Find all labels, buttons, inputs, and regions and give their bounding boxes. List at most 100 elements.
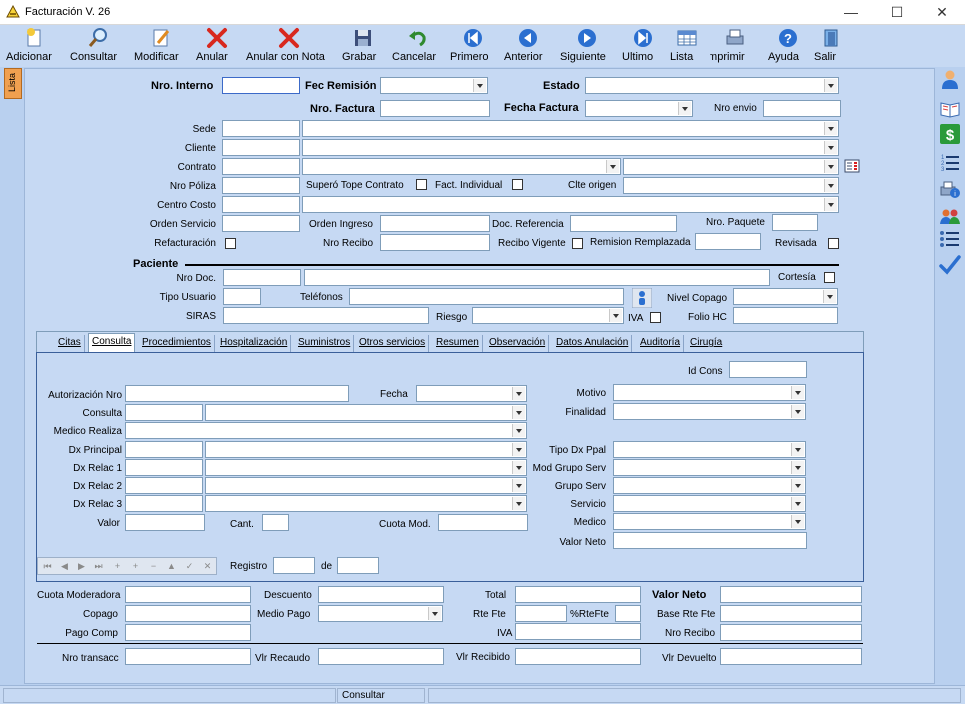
chevron-down-icon[interactable] xyxy=(473,79,486,92)
tab-suministros[interactable]: Suministros xyxy=(295,335,355,352)
total-input[interactable] xyxy=(515,586,641,603)
primero-button[interactable]: Primero xyxy=(450,26,496,66)
servicio-combo[interactable] xyxy=(613,495,806,512)
chevron-down-icon[interactable] xyxy=(512,387,525,400)
chevron-down-icon[interactable] xyxy=(512,497,525,510)
ultimo-button[interactable]: Ultimo xyxy=(622,26,664,66)
valor-input[interactable] xyxy=(125,514,205,531)
vlr-devuelto-input[interactable] xyxy=(720,648,862,665)
iva-total-input[interactable] xyxy=(515,623,641,640)
dx-principal-code-input[interactable] xyxy=(125,441,203,458)
nro-poliza-input[interactable] xyxy=(222,177,300,194)
nav-edit-icon[interactable]: ▲ xyxy=(164,560,179,573)
dx-relac-1-code-input[interactable] xyxy=(125,459,203,476)
minimize-button[interactable]: — xyxy=(828,0,874,25)
ayuda-button[interactable]: ? Ayuda xyxy=(768,26,808,66)
nro-envio-input[interactable] xyxy=(763,100,841,117)
nav-prev-icon[interactable]: ◀ xyxy=(57,560,72,573)
fecha-factura-combo[interactable] xyxy=(585,100,693,117)
refacturacion-checkbox[interactable] xyxy=(225,238,236,249)
cortesia-checkbox[interactable] xyxy=(824,272,835,283)
patient-info-icon[interactable] xyxy=(632,288,652,308)
nro-interno-input[interactable] xyxy=(222,77,300,94)
chevron-down-icon[interactable] xyxy=(823,290,836,303)
tipo-usuario-input[interactable] xyxy=(223,288,261,305)
mod-grupo-serv-combo[interactable] xyxy=(613,459,806,476)
tab-resumen[interactable]: Resumen xyxy=(433,335,483,352)
paciente-nombre-input[interactable] xyxy=(304,269,770,286)
tab-auditoria[interactable]: Auditoría xyxy=(637,335,685,352)
imprimir-button[interactable]: Imprimir xyxy=(710,26,760,66)
cuota-mod-input[interactable] xyxy=(438,514,528,531)
nav-append-icon[interactable]: + xyxy=(128,560,143,573)
chevron-down-icon[interactable] xyxy=(791,515,804,528)
chevron-down-icon[interactable] xyxy=(791,497,804,510)
pct-rte-fte-input[interactable] xyxy=(615,605,641,622)
consultar-button[interactable]: Consultar xyxy=(70,26,126,66)
nav-last-icon[interactable]: ⏭ xyxy=(91,560,106,573)
chevron-down-icon[interactable] xyxy=(824,160,837,173)
remision-remplazada-input[interactable] xyxy=(695,233,761,250)
contract-details-icon[interactable] xyxy=(844,158,860,174)
folio-hc-input[interactable] xyxy=(733,307,838,324)
dx-relac-2-combo[interactable] xyxy=(205,477,527,494)
riesgo-combo[interactable] xyxy=(472,307,624,324)
fact-individual-checkbox[interactable] xyxy=(512,179,523,190)
check-icon[interactable] xyxy=(939,254,961,276)
nav-delete-icon[interactable]: − xyxy=(146,560,161,573)
salir-button[interactable]: Salir xyxy=(814,26,848,66)
fec-remision-combo[interactable] xyxy=(380,77,488,94)
adicionar-button[interactable]: Adicionar xyxy=(6,26,62,66)
chevron-down-icon[interactable] xyxy=(678,102,691,115)
lista-side-tab[interactable]: Lista xyxy=(4,68,22,99)
dx-relac-2-code-input[interactable] xyxy=(125,477,203,494)
consulta-code-input[interactable] xyxy=(125,404,203,421)
tab-cirugia[interactable]: Cirugía xyxy=(687,335,725,352)
chevron-down-icon[interactable] xyxy=(512,479,525,492)
nivel-copago-combo[interactable] xyxy=(733,288,838,305)
nro-factura-input[interactable] xyxy=(380,100,490,117)
clte-origen-combo[interactable] xyxy=(623,177,839,194)
dx-relac-3-combo[interactable] xyxy=(205,495,527,512)
tab-datos-anulacion[interactable]: Datos Anulación xyxy=(553,335,633,352)
sede-combo[interactable] xyxy=(302,120,839,137)
nav-cancel-icon[interactable]: ✕ xyxy=(200,560,215,573)
nro-doc-input[interactable] xyxy=(223,269,301,286)
chevron-down-icon[interactable] xyxy=(512,443,525,456)
cancelar-button[interactable]: Cancelar xyxy=(392,26,442,66)
siguiente-button[interactable]: Siguiente xyxy=(560,26,614,66)
dx-relac-1-combo[interactable] xyxy=(205,459,527,476)
grupo-serv-combo[interactable] xyxy=(613,477,806,494)
estado-combo[interactable] xyxy=(585,77,839,94)
telefonos-input[interactable] xyxy=(349,288,624,305)
contrato-combo[interactable] xyxy=(302,158,621,175)
nro-paquete-input[interactable] xyxy=(772,214,818,231)
tab-otros-servicios[interactable]: Otros servicios xyxy=(356,335,430,352)
medico-realiza-combo[interactable] xyxy=(125,422,527,439)
consulta-combo[interactable] xyxy=(205,404,527,421)
copago-input[interactable] xyxy=(125,605,251,622)
valor-neto-input[interactable] xyxy=(720,586,862,603)
chevron-down-icon[interactable] xyxy=(791,443,804,456)
dx-principal-combo[interactable] xyxy=(205,441,527,458)
centro-costo-combo[interactable] xyxy=(302,196,839,213)
chevron-down-icon[interactable] xyxy=(512,424,525,437)
nro-transacc-input[interactable] xyxy=(125,648,251,665)
motivo-combo[interactable] xyxy=(613,384,806,401)
modificar-button[interactable]: Modificar xyxy=(134,26,188,66)
contrato-plan-combo[interactable] xyxy=(623,158,839,175)
nro-recibo-input[interactable] xyxy=(380,234,490,251)
rte-fte-input[interactable] xyxy=(515,605,567,622)
contrato-code-input[interactable] xyxy=(222,158,300,175)
finalidad-combo[interactable] xyxy=(613,403,806,420)
nav-post-icon[interactable]: ✓ xyxy=(182,560,197,573)
chevron-down-icon[interactable] xyxy=(791,479,804,492)
maximize-button[interactable]: ☐ xyxy=(874,0,920,25)
group-icon[interactable] xyxy=(939,205,961,227)
tab-procedimientos[interactable]: Procedimientos xyxy=(139,335,215,352)
dx-relac-3-code-input[interactable] xyxy=(125,495,203,512)
bullet-list-icon[interactable] xyxy=(939,228,961,250)
chevron-down-icon[interactable] xyxy=(791,386,804,399)
medico-combo[interactable] xyxy=(613,513,806,530)
anular-button[interactable]: Anular xyxy=(196,26,238,66)
